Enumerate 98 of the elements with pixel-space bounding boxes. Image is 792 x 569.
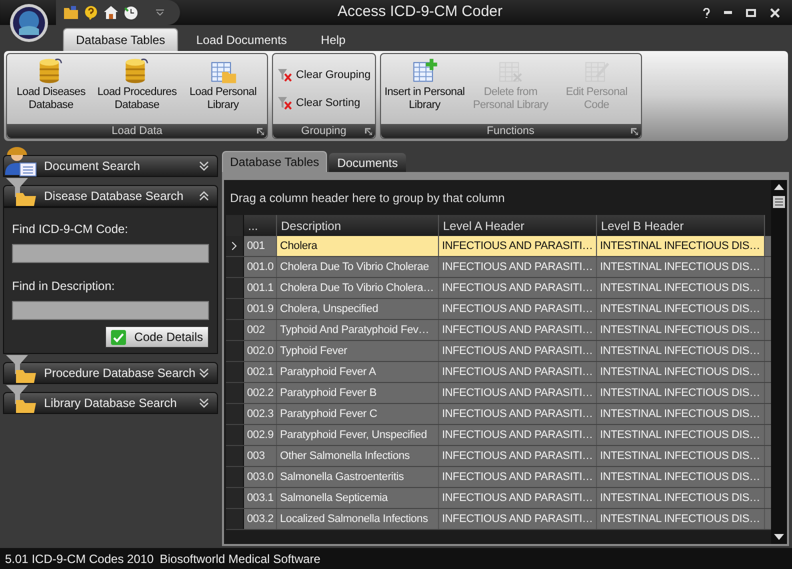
close-icon[interactable]	[770, 8, 780, 18]
table-row[interactable]: 003.2 Localized Salmonella Infections INFECTIOUS AND PARASITI… INTESTINAL INFECTIOUS DIS…	[226, 509, 771, 530]
table-row[interactable]: 002.9 Paratyphoid Fever, Unspecified INFECTIOUS AND PARASITI… INTESTINAL INFECTIOUS DIS…	[226, 425, 771, 446]
table-cell: 002.0	[244, 341, 277, 361]
table-cell: Typhoid And Paratyphoid Fev…	[277, 320, 439, 340]
database-icon	[124, 57, 150, 85]
database-icon	[38, 57, 64, 85]
funnel-folder-icon	[4, 177, 38, 207]
table-row[interactable]: 001.1 Cholera Due To Vibrio Cholera… INFECTIOUS AND PARASITI… INTESTINAL INFECTIOUS DIS…	[226, 278, 771, 299]
scroll-up-icon[interactable]	[774, 184, 784, 190]
table-row[interactable]: 001.0 Cholera Due To Vibrio Cholerae INFECTIOUS AND PARASITI… INTESTINAL INFECTIOUS DIS…	[226, 257, 771, 278]
table-cell: INTESTINAL INFECTIOUS DIS…	[597, 236, 765, 256]
expand-icon[interactable]	[199, 161, 209, 171]
maximize-icon[interactable]	[746, 8, 756, 16]
column-header[interactable]: Level A Header	[439, 215, 597, 236]
ribbon-button[interactable]: Insert in Personal Library	[382, 54, 468, 124]
customize-arrow-icon[interactable]	[156, 8, 164, 16]
group-title: Grouping	[301, 124, 346, 139]
dialog-launcher-icon[interactable]	[257, 128, 264, 135]
column-header[interactable]: Description	[277, 215, 439, 236]
field-label: Find ICD-9-CM Code:	[12, 221, 130, 238]
table-row[interactable]: 003.1 Salmonella Septicemia INFECTIOUS AND PARASITI… INTESTINAL INFECTIOUS DIS…	[226, 488, 771, 509]
section-title: Procedure Database Search	[44, 365, 196, 382]
table-cell: 003.0	[244, 467, 277, 487]
scroll-down-icon[interactable]	[774, 534, 784, 540]
table-row[interactable]: 001 Cholera INFECTIOUS AND PARASITI… INTESTINAL INFECTIOUS DIS…	[226, 236, 771, 257]
table-cell: 002.2	[244, 383, 277, 403]
table-cell: Cholera	[277, 236, 439, 256]
table-row[interactable]: 002.0 Typhoid Fever INFECTIOUS AND PARASITI… INTESTINAL INFECTIOUS DIS…	[226, 341, 771, 362]
expand-icon[interactable]	[199, 398, 209, 408]
field-label: Find in Description:	[12, 278, 116, 295]
scroll-thumb-icon[interactable]	[773, 196, 785, 208]
table-row[interactable]: 003 Other Salmonella Infections INFECTIOUS AND PARASITI… INTESTINAL INFECTIOUS DIS…	[226, 446, 771, 467]
group-title: Load Data	[112, 124, 162, 139]
table-cell: Typhoid Fever	[277, 341, 439, 361]
home-icon[interactable]	[104, 6, 118, 19]
ribbon-tab[interactable]: Help	[304, 28, 362, 51]
current-row-icon	[232, 242, 237, 250]
ribbon-button[interactable]: Load Diseases Database	[8, 54, 94, 124]
dialog-launcher-icon[interactable]	[364, 128, 372, 135]
help-bubble-icon[interactable]	[84, 6, 98, 20]
section-header[interactable]: Procedure Database Search	[3, 362, 218, 384]
group-by-hint: Drag a column header here to group by that column	[229, 190, 506, 206]
input-field[interactable]	[12, 244, 209, 263]
ribbon-tab[interactable]: Load Documents	[180, 28, 303, 51]
table-row[interactable]: 002 Typhoid And Paratyphoid Fev… INFECTIOUS AND PARASITI… INTESTINAL INFECTIOUS DIS…	[226, 320, 771, 341]
vertical-scrollbar[interactable]	[771, 180, 787, 544]
code-details-button[interactable]: Code Details	[105, 326, 209, 348]
check-icon	[111, 330, 126, 344]
document-tab[interactable]: Database Tables	[222, 151, 328, 172]
clock-icon[interactable]	[124, 6, 138, 20]
table-cell: 002	[244, 320, 277, 340]
funnel-folder-icon	[4, 384, 38, 414]
window-title: Access ICD-9-CM Coder	[336, 2, 504, 22]
table-row[interactable]: 002.3 Paratyphoid Fever C INFECTIOUS AND PARASITI… INTESTINAL INFECTIOUS DIS…	[226, 404, 771, 425]
section-title: Disease Database Search	[44, 188, 184, 205]
folder-icon[interactable]	[64, 6, 78, 19]
status-text: Biosoftworld Medical Software	[160, 550, 320, 568]
table-cell: 001.9	[244, 299, 277, 319]
group-title: Functions	[486, 124, 534, 139]
funnel-clear-icon	[277, 96, 293, 110]
table-cell: 002.3	[244, 404, 277, 424]
section-header[interactable]: Document Search	[3, 155, 218, 177]
table-cell: 001.1	[244, 278, 277, 298]
app-logo[interactable]	[9, 3, 49, 43]
table-cell: 001	[244, 236, 277, 256]
funnel-clear-icon	[277, 68, 293, 82]
table-cell: INFECTIOUS AND PARASITI…	[439, 236, 597, 256]
table-row[interactable]: 001.9 Cholera, Unspecified INFECTIOUS AND PARASITI… INTESTINAL INFECTIOUS DIS…	[226, 299, 771, 320]
input-field[interactable]	[12, 301, 209, 320]
dialog-launcher-icon[interactable]	[630, 128, 638, 135]
table-cell: 003.1	[244, 488, 277, 508]
table-row[interactable]: 002.2 Paratyphoid Fever B INFECTIOUS AND PARASITI… INTESTINAL INFECTIOUS DIS…	[226, 383, 771, 404]
ribbon-button[interactable]: Clear Grouping	[277, 66, 371, 83]
column-header[interactable]: Level B Header	[597, 215, 765, 236]
collapse-icon[interactable]	[199, 191, 209, 201]
status-text: 5.01 ICD-9-CM Codes 2010	[5, 550, 154, 568]
column-header[interactable]: ...	[244, 215, 277, 236]
section-header[interactable]: Disease Database Search	[3, 185, 218, 207]
table-cell: 003	[244, 446, 277, 466]
section-title: Document Search	[44, 158, 140, 175]
document-tab[interactable]: Documents	[329, 153, 406, 172]
table-cell: 002.9	[244, 425, 277, 445]
ribbon-button[interactable]: Load Procedures Database	[94, 54, 180, 124]
table-row[interactable]: 003.0 Salmonella Gastroenteritis INFECTIOUS AND PARASITI… INTESTINAL INFECTIOUS DIS…	[226, 467, 771, 488]
table-cell: 001.0	[244, 257, 277, 277]
funnel-folder-icon	[4, 354, 38, 384]
ribbon-button[interactable]: Clear Sorting	[277, 95, 371, 112]
section-header[interactable]: Library Database Search	[3, 392, 218, 414]
ribbon-tab[interactable]: Database Tables	[63, 28, 178, 51]
expand-icon[interactable]	[199, 368, 209, 378]
table-cell: 003.2	[244, 509, 277, 529]
table-cell: 002.1	[244, 362, 277, 382]
help-icon[interactable]	[703, 8, 710, 18]
person-document-icon	[4, 147, 38, 177]
table-row[interactable]: 002.1 Paratyphoid Fever A INFECTIOUS AND PARASITI… INTESTINAL INFECTIOUS DIS…	[226, 362, 771, 383]
section-title: Library Database Search	[44, 395, 177, 412]
ribbon-button[interactable]: Load Personal Library	[180, 54, 266, 124]
